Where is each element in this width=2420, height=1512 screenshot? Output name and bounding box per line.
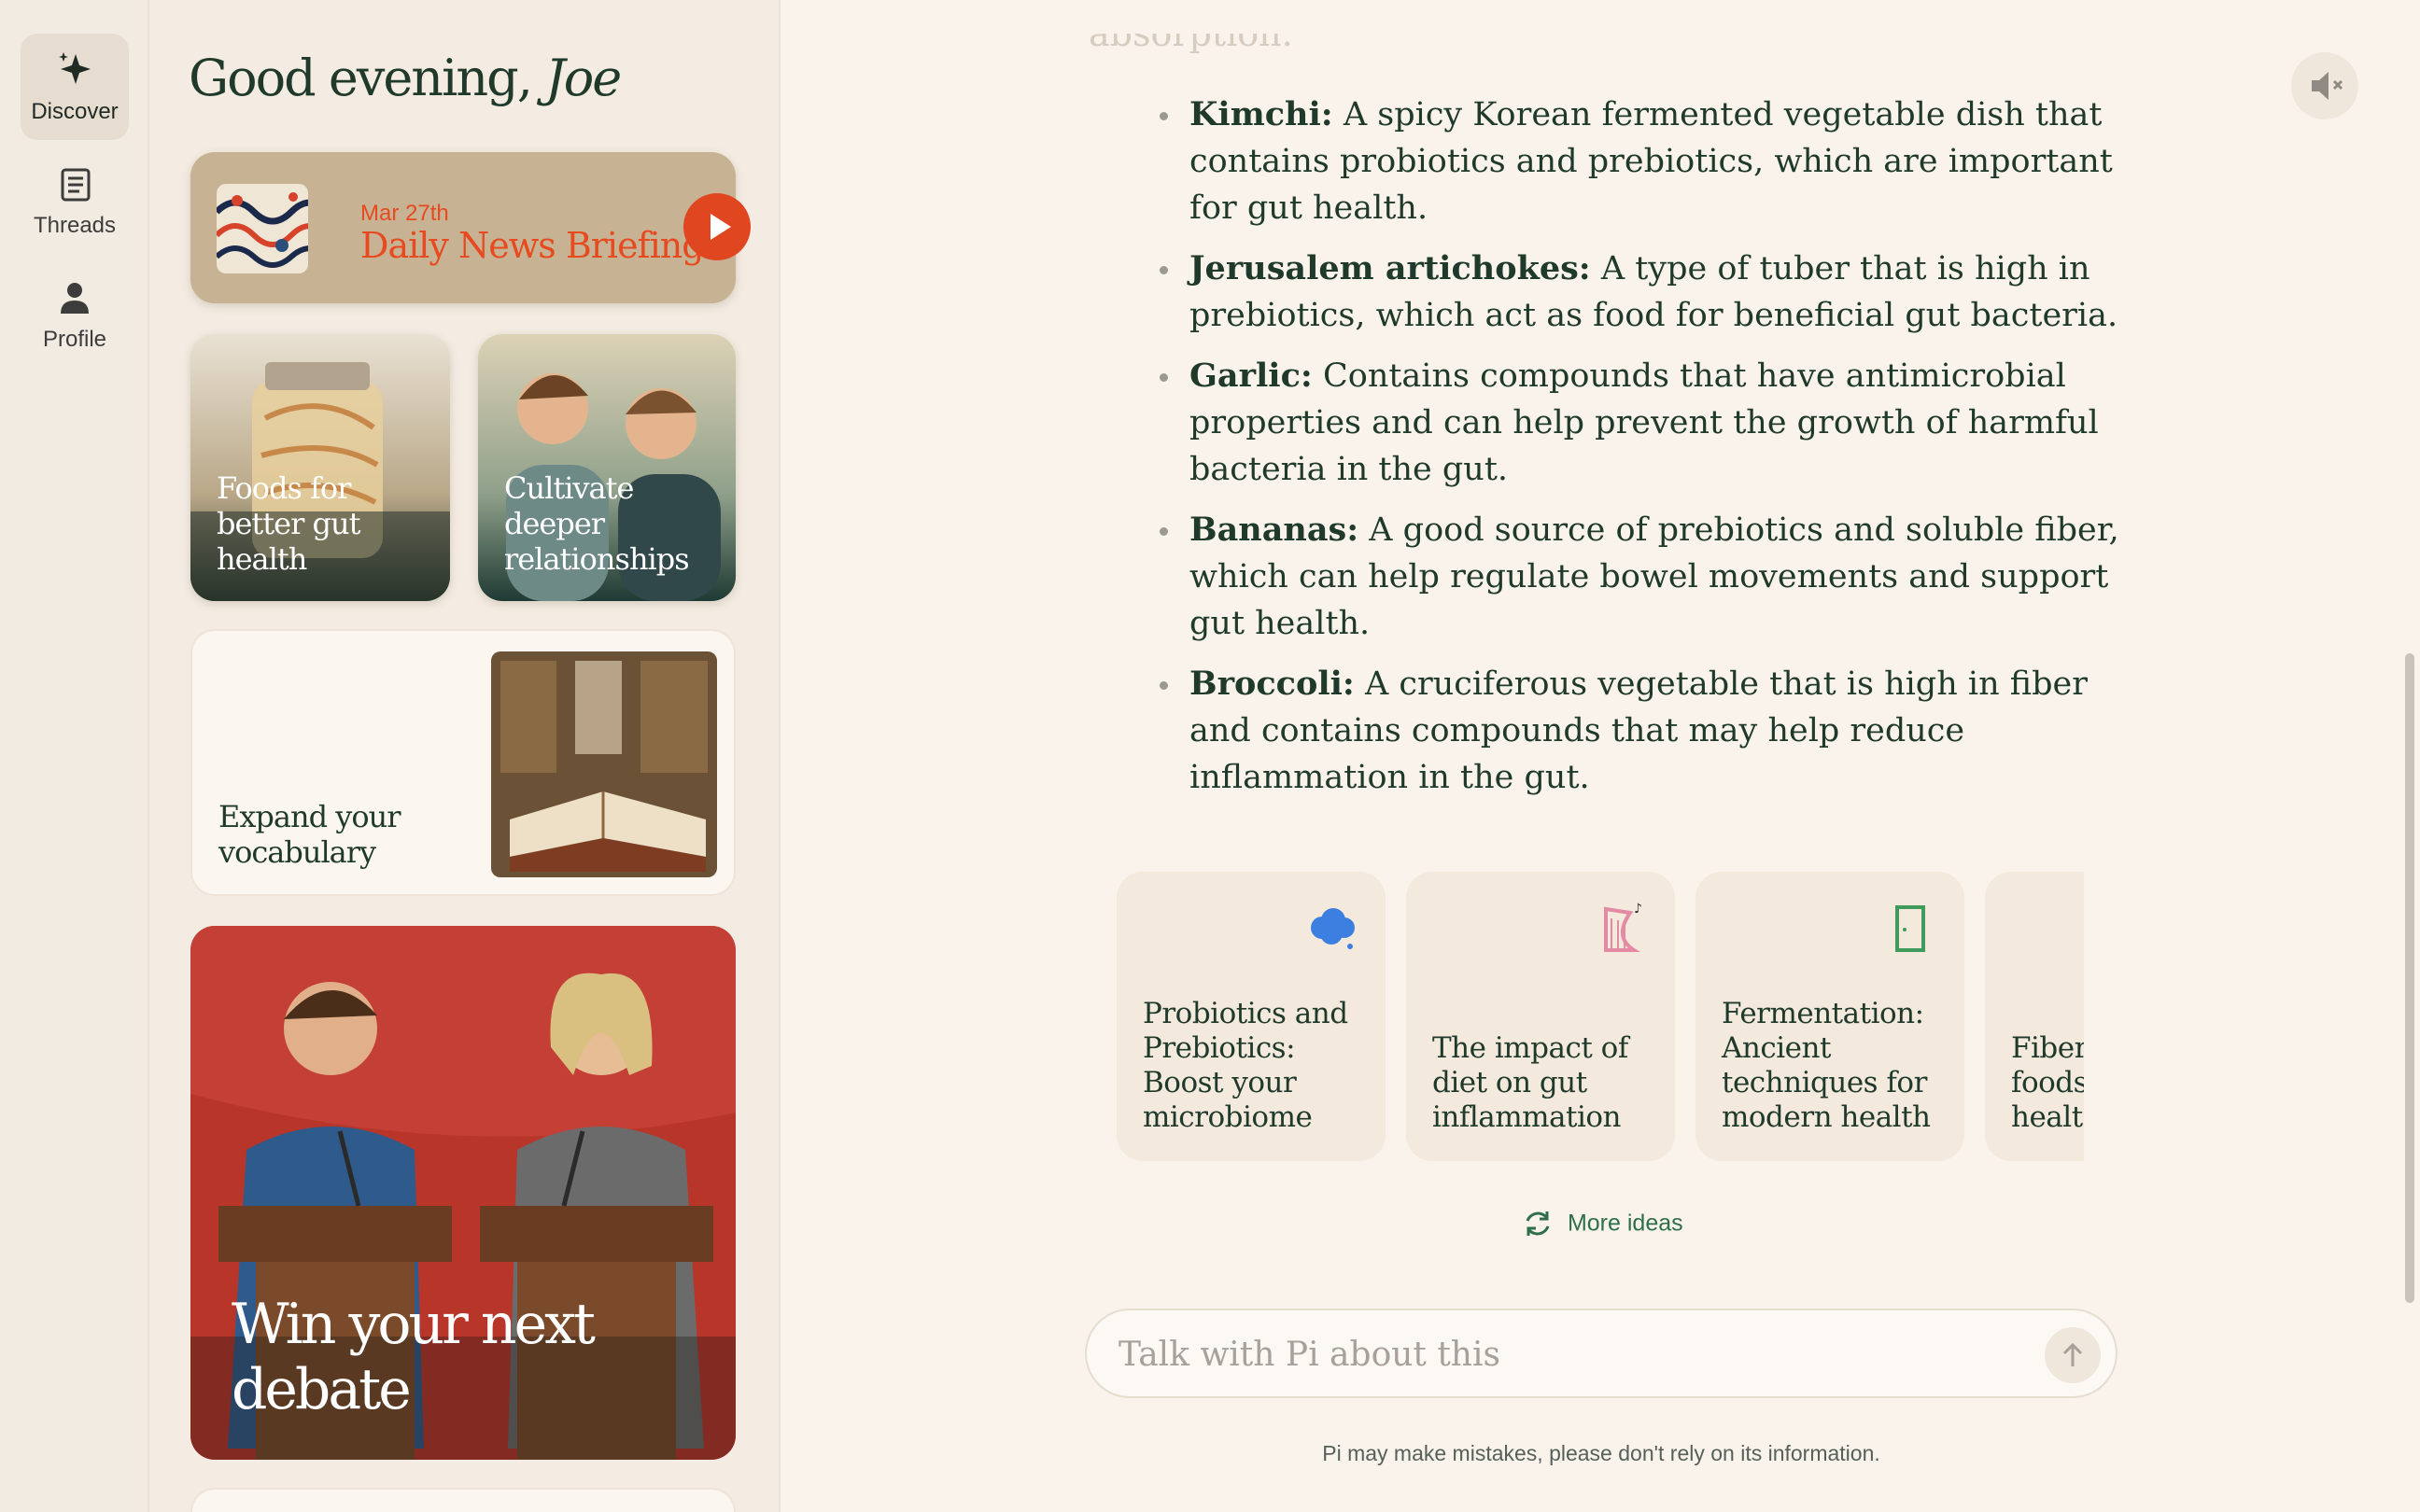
topic-card-partial[interactable] [190, 1488, 736, 1512]
greeting: Good evening, Joe [189, 49, 622, 107]
list-item: Jerusalem artichokes: A type of tuber th… [1160, 245, 2132, 339]
topic-card-vocabulary-title: Expand your vocabulary [218, 799, 401, 870]
idea-title: The impact of diet on gut inflammation [1432, 1031, 1628, 1134]
idea-card[interactable]: Fermentation: Ancient techniques for mod… [1695, 872, 1964, 1161]
play-icon[interactable] [683, 193, 751, 260]
more-ideas-label: More ideas [1567, 1210, 1683, 1237]
topic-card-debate[interactable]: Win your next debate [190, 926, 736, 1460]
food-list: Kimchi: A spicy Korean fermented vegetab… [1160, 91, 2132, 815]
daily-news-card[interactable]: Mar 27th Daily News Briefing [190, 152, 751, 303]
discover-panel: Good evening, Joe Mar 27th Daily News Br… [149, 0, 781, 1512]
topic-card-gut-health-title: Foods for better gut health [217, 470, 361, 577]
idea-card[interactable]: ♪ The impact of diet on gut inflammation [1406, 872, 1675, 1161]
cloud-icon [1311, 908, 1355, 949]
topic-card-gut-health[interactable]: Foods for better gut health [190, 334, 450, 601]
news-date: Mar 27th [360, 201, 449, 226]
nav-profile-label: Profile [42, 327, 107, 352]
list-item: Garlic: Contains compounds that have ant… [1160, 353, 2132, 493]
item-text: Contains compounds that have antimicrobi… [1189, 357, 2099, 488]
door-icon [1895, 905, 1925, 952]
idea-card[interactable]: Probiotics and Prebiotics: Boost your mi… [1117, 872, 1386, 1161]
sparkle-icon [59, 52, 91, 84]
chat-box [1085, 1309, 2118, 1398]
refresh-icon [1526, 1211, 1550, 1236]
disclaimer: Pi may make mistakes, please don't rely … [1322, 1441, 1880, 1465]
item-term: Jerusalem artichokes: [1189, 249, 1591, 287]
chat-input[interactable] [1119, 1327, 2015, 1381]
topic-card-relationships-title: Cultivate deeper relationships [504, 470, 690, 577]
threads-icon [61, 168, 91, 202]
nav-discover[interactable]: Discover [21, 34, 129, 140]
person-icon [61, 283, 89, 314]
idea-title: Probiotics and Prebiotics: Boost your mi… [1143, 997, 1348, 1134]
list-item: Bananas: A good source of prebiotics and… [1160, 507, 2132, 647]
list-item: Broccoli: A cruciferous vegetable that i… [1160, 661, 2132, 801]
faded-text: absorption. [1089, 34, 1293, 54]
item-term: Broccoli: [1189, 665, 1355, 703]
user-name: Joe [545, 49, 622, 107]
nav-threads-label: Threads [33, 213, 117, 238]
nav-discover-label: Discover [31, 99, 119, 124]
item-term: Garlic: [1189, 357, 1313, 395]
nav-threads[interactable]: Threads [21, 147, 129, 254]
greeting-text: Good evening, [189, 49, 533, 107]
speaker-muted-icon [2312, 72, 2343, 100]
conversation-area: absorption. Kimchi: A spicy Korean ferme… [781, 0, 2420, 1512]
faded-previous-text: absorption. [1089, 34, 1929, 71]
list-item: Kimchi: A spicy Korean fermented vegetab… [1160, 91, 2132, 231]
arrow-up-icon [2062, 1342, 2083, 1366]
scrollbar-thumb[interactable] [2405, 653, 2414, 1303]
idea-title: Fermentation: Ancient techniques for mod… [1722, 997, 1931, 1134]
topic-card-debate-title: Win your next debate [232, 1292, 596, 1422]
news-thumbnail [217, 184, 308, 273]
more-ideas-button[interactable]: More ideas [1522, 1208, 1683, 1245]
left-nav: Discover Threads Profile [0, 0, 149, 1512]
idea-carousel: Probiotics and Prebiotics: Boost your mi… [1117, 872, 2084, 1161]
item-term: Kimchi: [1189, 95, 1333, 133]
topic-card-vocabulary[interactable]: Expand your vocabulary [190, 629, 736, 896]
topic-card-relationships[interactable]: Cultivate deeper relationships [478, 334, 736, 601]
svg-text:♪: ♪ [1634, 902, 1642, 917]
idea-card[interactable]: Fiber foods healt [1985, 872, 2084, 1161]
news-title: Daily News Briefing [360, 225, 705, 266]
harp-icon: ♪ [1604, 902, 1642, 952]
item-term: Bananas: [1189, 511, 1359, 549]
send-button[interactable] [2045, 1327, 2101, 1383]
idea-title: Fiber foods healt [2011, 1031, 2084, 1134]
nav-profile[interactable]: Profile [21, 261, 129, 368]
mute-button[interactable] [2291, 52, 2358, 119]
vocabulary-image [491, 651, 717, 877]
